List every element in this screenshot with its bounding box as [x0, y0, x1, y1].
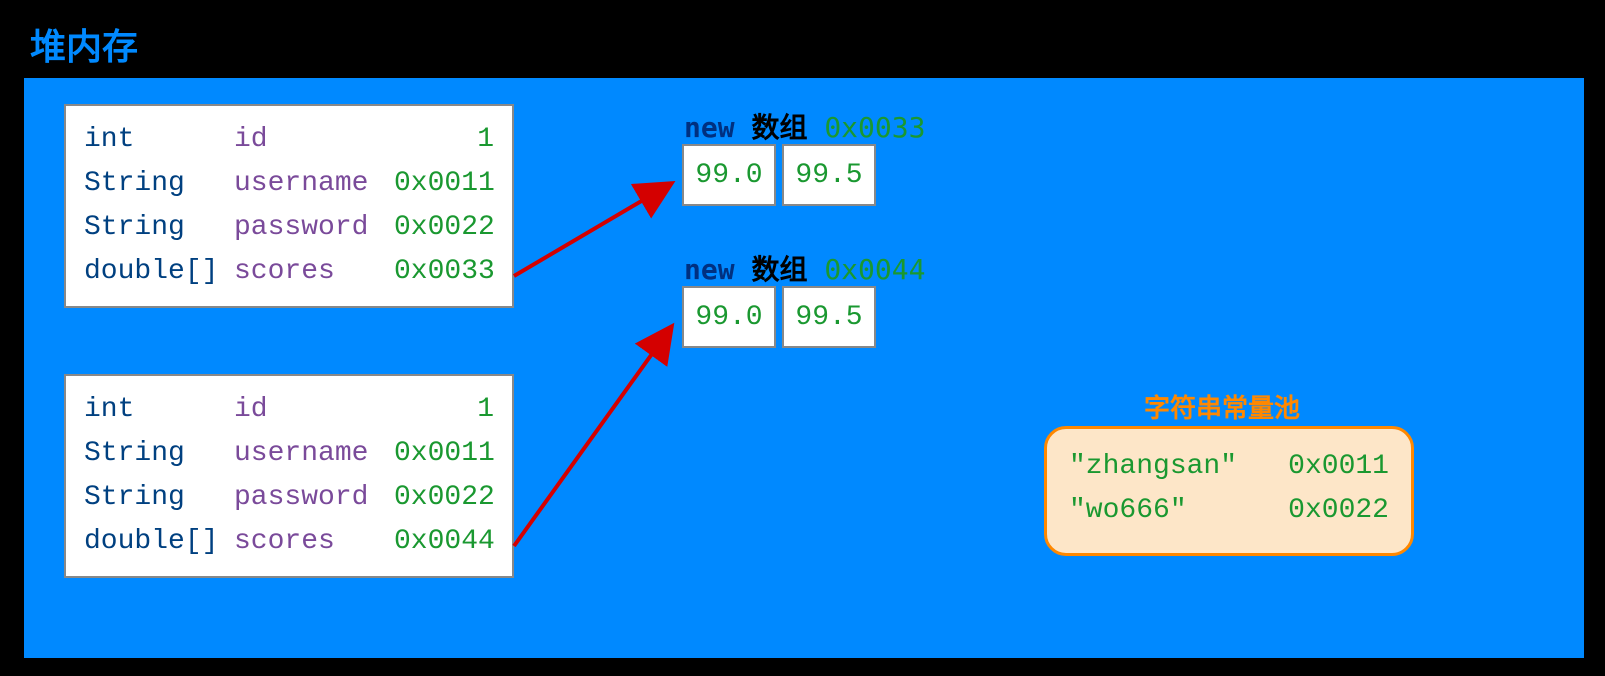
- field-value: 1: [394, 118, 494, 162]
- heap-area: int id 1 String username 0x0011 String p…: [24, 78, 1584, 658]
- array-label-2: new 数组 0x0044: [684, 248, 925, 288]
- arrow-icon: [514, 326, 672, 546]
- keyword-new: new: [684, 253, 735, 286]
- pool-string: "wo666": [1069, 489, 1187, 533]
- keyword-new: new: [684, 111, 735, 144]
- pool-entry: "wo666" 0x0022: [1069, 489, 1389, 533]
- field-name: scores: [234, 520, 394, 564]
- heap-title: 堆内存: [30, 18, 138, 70]
- field-name: username: [234, 162, 394, 206]
- field-value: 0x0044: [394, 520, 494, 564]
- field-row: int id 1: [84, 118, 494, 162]
- field-type: String: [84, 432, 234, 476]
- field-value: 0x0033: [394, 250, 494, 294]
- field-name: username: [234, 432, 394, 476]
- field-name: id: [234, 388, 394, 432]
- field-type: double[]: [84, 250, 234, 294]
- field-row: String password 0x0022: [84, 476, 494, 520]
- field-row: String username 0x0011: [84, 432, 494, 476]
- field-name: password: [234, 206, 394, 250]
- field-value: 0x0022: [394, 476, 494, 520]
- field-type: String: [84, 206, 234, 250]
- array-cell: 99.5: [782, 286, 876, 348]
- field-type: String: [84, 162, 234, 206]
- field-name: scores: [234, 250, 394, 294]
- pool-address: 0x0022: [1288, 489, 1389, 533]
- string-pool-box: "zhangsan" 0x0011 "wo666" 0x0022: [1044, 426, 1414, 556]
- field-row: int id 1: [84, 388, 494, 432]
- array-cell: 99.0: [682, 144, 776, 206]
- field-value: 0x0011: [394, 162, 494, 206]
- field-type: String: [84, 476, 234, 520]
- field-value: 0x0022: [394, 206, 494, 250]
- pool-string: "zhangsan": [1069, 445, 1237, 489]
- field-value: 1: [394, 388, 494, 432]
- field-row: String username 0x0011: [84, 162, 494, 206]
- pool-entry: "zhangsan" 0x0011: [1069, 445, 1389, 489]
- field-name: password: [234, 476, 394, 520]
- field-value: 0x0011: [394, 432, 494, 476]
- array-cell: 99.5: [782, 144, 876, 206]
- field-row: String password 0x0022: [84, 206, 494, 250]
- array-address: 0x0033: [824, 111, 925, 144]
- field-row: double[] scores 0x0033: [84, 250, 494, 294]
- array-box-1: 99.0 99.5: [682, 144, 882, 206]
- array-label-1: new 数组 0x0033: [684, 106, 925, 146]
- array-box-2: 99.0 99.5: [682, 286, 882, 348]
- array-cell: 99.0: [682, 286, 776, 348]
- array-type-label: 数组: [751, 253, 807, 286]
- object-box-1: int id 1 String username 0x0011 String p…: [64, 104, 514, 308]
- field-type: int: [84, 118, 234, 162]
- pool-address: 0x0011: [1288, 445, 1389, 489]
- arrow-icon: [514, 183, 672, 276]
- field-row: double[] scores 0x0044: [84, 520, 494, 564]
- field-name: id: [234, 118, 394, 162]
- array-address: 0x0044: [824, 253, 925, 286]
- object-box-2: int id 1 String username 0x0011 String p…: [64, 374, 514, 578]
- field-type: double[]: [84, 520, 234, 564]
- array-type-label: 数组: [751, 111, 807, 144]
- field-type: int: [84, 388, 234, 432]
- string-pool-title: 字符串常量池: [1144, 388, 1300, 425]
